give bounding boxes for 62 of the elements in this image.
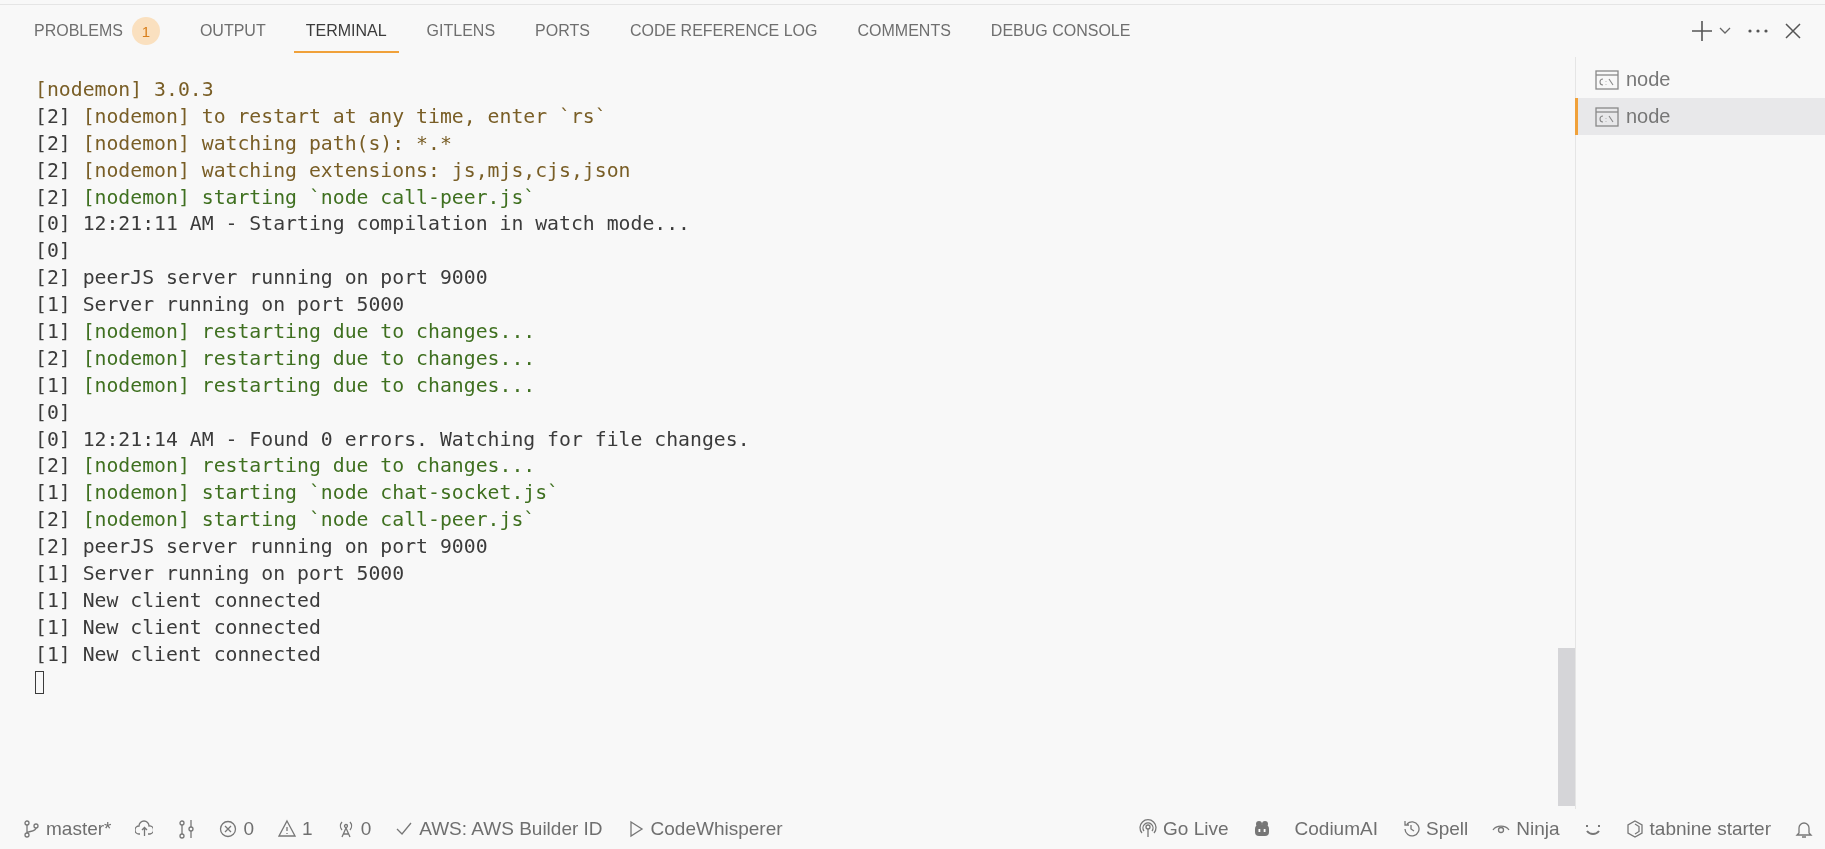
panel-tab[interactable]: PROBLEMS 1: [22, 9, 172, 53]
panel-tab[interactable]: PORTS: [523, 9, 602, 53]
status-item[interactable]: Go Live: [1139, 818, 1229, 840]
status-item[interactable]: tabnine starter: [1625, 818, 1771, 840]
cloud-upload-icon[interactable]: [135, 819, 154, 839]
terminal-line: [0] 12:21:11 AM - Starting compilation in watch mode...: [35, 211, 692, 238]
status-item[interactable]: CodeWhisperer: [626, 818, 783, 840]
terminal-line: [2] peerJS server running on port 9000: [35, 534, 489, 561]
terminal-line: [2] peerJS server running on port 9000: [35, 265, 489, 292]
terminal-session[interactable]: node: [1575, 61, 1825, 98]
branch-icon: [22, 819, 40, 839]
status-item[interactable]: Ninja: [1492, 818, 1560, 840]
panel-tab[interactable]: DEBUG CONSOLE: [978, 9, 1143, 53]
terminal-line: [0]: [35, 238, 72, 265]
terminal-line: [0] 12:21:14 AM - Found 0 errors. Watching for file changes.: [35, 426, 751, 453]
terminal-line: [2] [nodemon] watching extensions: js,mjs,cjs,json: [35, 157, 632, 184]
history-icon: [1401, 819, 1420, 839]
bell-icon[interactable]: [1795, 819, 1813, 839]
panel-tab[interactable]: COMMENTS: [845, 9, 963, 53]
terminal-session[interactable]: node: [1575, 98, 1825, 135]
status-item[interactable]: 0: [336, 818, 372, 840]
terminal-line: [2] [nodemon] restarting due to changes...: [35, 345, 537, 372]
terminal-line: [1] New client connected: [35, 587, 322, 614]
chevron-down-icon[interactable]: [1719, 27, 1731, 35]
terminal-line: [1] New client connected: [35, 641, 322, 668]
scrollbar[interactable]: [1558, 648, 1575, 806]
status-item[interactable]: AWS: AWS Builder ID: [395, 818, 603, 840]
terminal-line: [2] [nodemon] to restart at any time, enter `rs`: [35, 103, 608, 130]
terminal-line: [1] Server running on port 5000: [35, 561, 406, 588]
status-item[interactable]: 1: [278, 818, 313, 840]
terminal-line: [1] [nodemon] starting `node chat-socket.js`: [35, 480, 560, 507]
count-badge: 1: [131, 17, 160, 45]
terminal-line: [1] New client connected: [35, 614, 322, 641]
status-item[interactable]: Spell: [1401, 818, 1469, 840]
panel-tab[interactable]: TERMINAL: [293, 9, 399, 53]
status-item[interactable]: 0: [219, 818, 255, 840]
broadcast-icon: [1139, 819, 1158, 839]
terminal-line: [1] [nodemon] restarting due to changes...: [35, 319, 537, 345]
error-icon: [219, 819, 238, 839]
plus-icon[interactable]: [1691, 20, 1713, 42]
terminal-line: [2] [nodemon] starting `node call-peer.js`: [35, 184, 537, 211]
source-graph-icon[interactable]: [177, 819, 196, 839]
text-cursor: [35, 670, 44, 694]
more-icon[interactable]: [1747, 28, 1769, 34]
close-icon[interactable]: [1785, 23, 1801, 39]
terminal-line: [2] [nodemon] watching path(s): *.*: [35, 130, 453, 157]
terminal-line: [2] [nodemon] starting `node call-peer.js`: [35, 507, 537, 534]
terminal-window-icon: [1595, 106, 1619, 127]
terminal-line: [1] [nodemon] restarting due to changes...: [35, 372, 537, 399]
terminal-line: [2] [nodemon] restarting due to changes...: [35, 453, 537, 480]
terminal-window-icon: [1595, 69, 1619, 90]
terminal-line: [nodemon] 3.0.3: [35, 77, 215, 103]
robot-icon[interactable]: [1252, 819, 1271, 839]
panel-tab[interactable]: GITLENS: [414, 9, 508, 53]
hexagon-icon: [1625, 819, 1644, 839]
terminal-line: [0]: [35, 399, 72, 426]
panel-tab[interactable]: OUTPUT: [187, 9, 278, 53]
status-item[interactable]: master*: [22, 818, 112, 840]
status-item[interactable]: CodiumAI: [1294, 818, 1378, 840]
terminal-line: [1] Server running on port 5000: [35, 292, 406, 319]
panel-tab[interactable]: CODE REFERENCE LOG: [617, 9, 830, 53]
warning-icon: [278, 819, 297, 839]
